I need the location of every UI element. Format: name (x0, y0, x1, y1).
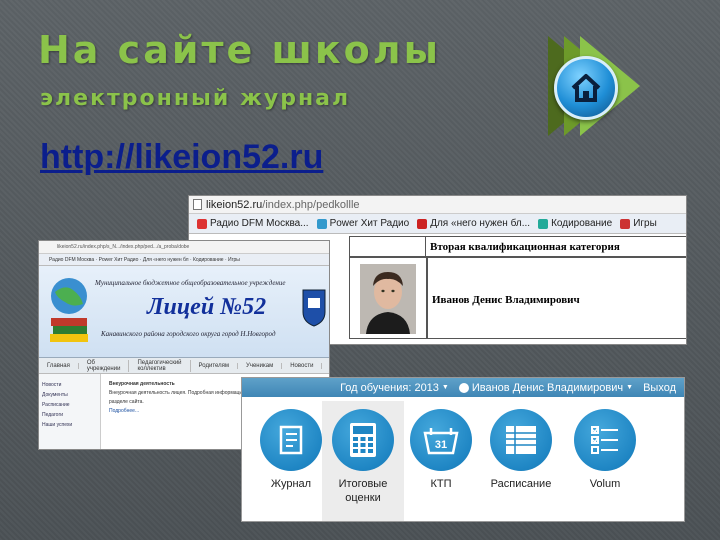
tile-label: Расписание (490, 478, 552, 490)
bookmark-label: Power Хит Радио (329, 218, 410, 229)
journal-tile[interactable]: 31 КТП (400, 401, 482, 521)
tile-label: КТП (430, 478, 452, 490)
bookmark-label: Радио DFM Москва... (210, 218, 309, 229)
nav-item[interactable]: Педагогический коллектив (129, 359, 191, 372)
user-menu[interactable]: Иванов Денис Владимирович (472, 382, 623, 394)
tile-label: Итоговые оценки (338, 478, 388, 504)
calculator-icon (332, 409, 394, 471)
nav-item[interactable]: Об учреждении (79, 359, 130, 372)
bookmark-label: Игры (633, 218, 657, 229)
journal-tile[interactable]: Расписание (480, 401, 562, 521)
nav-item[interactable]: Гостевая книга (322, 360, 329, 372)
site-sidebar: Новости Документы Расписание Педагоги Наши у… (39, 374, 101, 449)
bookmark-label: Кодирование (551, 218, 613, 229)
svg-text:31: 31 (435, 439, 447, 451)
home-button[interactable] (554, 56, 618, 120)
page-icon (193, 199, 202, 210)
emblem-icon (302, 289, 326, 327)
bookmark-icon (316, 218, 327, 229)
tile-label: Журнал (270, 478, 312, 490)
staff-table: Вторая квалификационная категория (425, 236, 686, 257)
slide-subtitle: электронный журнал (40, 86, 351, 111)
bookmark-icon (538, 218, 549, 229)
bookmark-icon (417, 218, 428, 229)
address-bar[interactable]: likeion52.ru/index.php/pedkollle (189, 196, 686, 214)
checklist-icon (574, 409, 636, 471)
site-nav: Главная Об учреждении Педагогический колле… (39, 358, 329, 374)
journal-tile[interactable]: Итоговые оценки (322, 401, 404, 521)
chevron-down-icon[interactable]: ▼ (626, 384, 633, 391)
org-line: Муниципальное бюджетное общеобразователь… (95, 279, 286, 287)
city-line: Канавинского района городского округа го… (101, 330, 276, 338)
lyceum-name: Лицей №52 (147, 294, 267, 320)
year-selector[interactable]: Год обучения: 2013 (340, 382, 439, 394)
bookmark-icon (620, 218, 631, 229)
globe-books-logo (50, 278, 88, 342)
teacher-name: Иванов Денис Владимирович (427, 257, 686, 339)
url-path: /index.php/pedkollle (262, 198, 360, 211)
sidebar-item[interactable]: Расписание (42, 400, 97, 410)
sidebar-item[interactable]: Новости (42, 380, 97, 390)
tile-label: Volum (589, 478, 621, 490)
home-icon (571, 74, 601, 102)
teacher-photo (360, 264, 416, 334)
site-banner: Муниципальное бюджетное общеобразователь… (39, 266, 329, 358)
nav-item[interactable]: Главная (39, 362, 79, 369)
slide-title: На сайте школы (38, 28, 441, 72)
nav-item[interactable]: Новости (282, 362, 323, 369)
address-bar[interactable]: likeion52.ru/index.php/s_N.../index.php/… (39, 241, 329, 254)
chevron-down-icon[interactable]: ▼ (442, 384, 449, 391)
photo-cell (349, 257, 427, 339)
nav-item[interactable]: Родителям (191, 362, 239, 369)
bookmark-icon (197, 218, 207, 229)
nav-item[interactable]: Ученикам (238, 362, 283, 369)
journal-tile[interactable]: Volum (564, 401, 646, 521)
e-journal-screenshot: Год обучения: 2013 ▼ Иванов Денис Владими… (241, 377, 685, 522)
calendar-icon: 31 (410, 409, 472, 471)
sidebar-item[interactable]: Педагоги (42, 410, 97, 420)
schedule-table-icon (490, 409, 552, 471)
school-site-link[interactable]: http://likeion52.ru (40, 138, 323, 177)
sidebar-item[interactable]: Документы (42, 390, 97, 400)
table-cell (349, 236, 427, 257)
bookmark-item[interactable]: Радио DFM Москва... (197, 218, 309, 229)
bookmarks-bar: Радио DFM Москва · Power Хит Радио · Для… (39, 254, 329, 266)
bookmark-item[interactable]: Игры (620, 218, 657, 229)
home-navigation (548, 36, 668, 136)
bookmark-label: Для «него нужен бл... (430, 218, 531, 229)
sidebar-item[interactable]: Наши успехи (42, 420, 97, 430)
url-domain: likeion52.ru (206, 198, 263, 211)
logout-link[interactable]: Выход (643, 382, 676, 394)
bookmark-item[interactable]: Для «него нужен бл... (417, 218, 530, 229)
bookmark-item[interactable]: Power Хит Радио (316, 218, 410, 229)
journal-icon (260, 409, 322, 471)
bookmarks-bar: Радио DFM Москва... Power Хит Радио Для «н… (189, 214, 686, 234)
user-icon (458, 382, 469, 393)
journal-top-bar: Год обучения: 2013 ▼ Иванов Денис Владими… (242, 378, 684, 397)
journal-tile[interactable]: Журнал (250, 401, 332, 521)
category-cell: Вторая квалификационная категория (425, 236, 686, 257)
bookmark-item[interactable]: Кодирование (538, 218, 612, 229)
